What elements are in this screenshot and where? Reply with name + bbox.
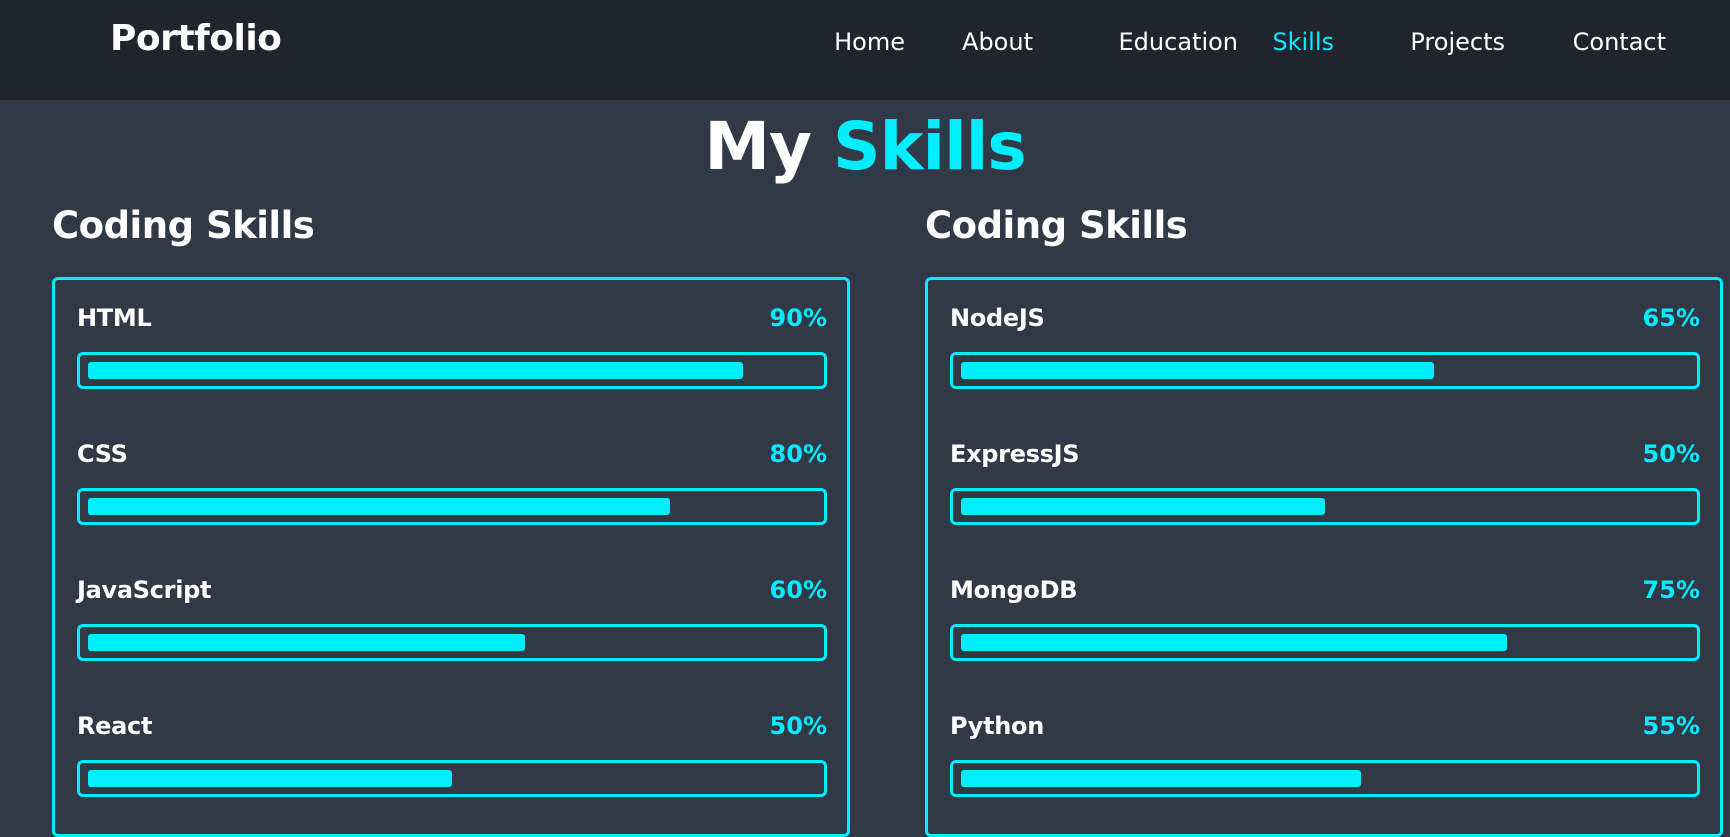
progress-bar bbox=[950, 352, 1700, 389]
skill-row-nodejs: NodeJS 65% bbox=[950, 304, 1700, 404]
skill-row-css: CSS 80% bbox=[77, 440, 827, 540]
skill-row-react: React 50% bbox=[77, 712, 827, 812]
skill-name: Python bbox=[950, 712, 1045, 740]
skill-name: React bbox=[77, 712, 153, 740]
progress-fill bbox=[961, 770, 1362, 787]
nav-link-skills[interactable]: Skills bbox=[1272, 28, 1334, 56]
progress-fill bbox=[961, 498, 1325, 515]
skill-percent: 50% bbox=[769, 712, 827, 740]
skills-box: NodeJS 65% ExpressJS 50% MongoDB 75% Pyt… bbox=[925, 277, 1723, 837]
page-title-plain: My bbox=[704, 108, 812, 185]
skill-name: MongoDB bbox=[950, 576, 1078, 604]
skill-name: CSS bbox=[77, 440, 128, 468]
skill-name: HTML bbox=[77, 304, 152, 332]
skill-row-python: Python 55% bbox=[950, 712, 1700, 812]
progress-fill bbox=[961, 362, 1435, 379]
page-title: My Skills bbox=[0, 104, 1730, 190]
skill-row-html: HTML 90% bbox=[77, 304, 827, 404]
skill-name: JavaScript bbox=[77, 576, 212, 604]
nav-link-home[interactable]: Home bbox=[834, 28, 905, 56]
nav-link-about[interactable]: About bbox=[962, 28, 1033, 56]
progress-fill bbox=[88, 634, 525, 651]
skill-percent: 55% bbox=[1642, 712, 1700, 740]
progress-fill bbox=[88, 362, 744, 379]
logo-link[interactable]: Portfolio bbox=[110, 18, 282, 59]
progress-bar bbox=[77, 760, 827, 797]
skill-name: ExpressJS bbox=[950, 440, 1080, 468]
skill-percent: 90% bbox=[769, 304, 827, 332]
skill-row-javascript: JavaScript 60% bbox=[77, 576, 827, 676]
progress-fill bbox=[961, 634, 1507, 651]
skills-column-right: Coding Skills NodeJS 65% ExpressJS 50% M… bbox=[925, 200, 1723, 837]
progress-fill bbox=[88, 498, 671, 515]
skills-box: HTML 90% CSS 80% JavaScript 60% React 50… bbox=[52, 277, 850, 837]
skill-percent: 65% bbox=[1642, 304, 1700, 332]
skill-row-mongodb: MongoDB 75% bbox=[950, 576, 1700, 676]
progress-fill bbox=[88, 770, 452, 787]
skill-percent: 50% bbox=[1642, 440, 1700, 468]
progress-bar bbox=[950, 624, 1700, 661]
site-header: Portfolio Home About Education Skills Pr… bbox=[0, 0, 1730, 100]
skill-name: NodeJS bbox=[950, 304, 1045, 332]
skill-row-expressjs: ExpressJS 50% bbox=[950, 440, 1700, 540]
skill-percent: 60% bbox=[769, 576, 827, 604]
skill-percent: 80% bbox=[769, 440, 827, 468]
page-title-accent: Skills bbox=[833, 108, 1027, 185]
column-title: Coding Skills bbox=[52, 204, 315, 247]
column-title: Coding Skills bbox=[925, 204, 1188, 247]
progress-bar bbox=[950, 488, 1700, 525]
progress-bar bbox=[77, 624, 827, 661]
nav-link-projects[interactable]: Projects bbox=[1410, 28, 1505, 56]
progress-bar bbox=[77, 488, 827, 525]
skill-percent: 75% bbox=[1642, 576, 1700, 604]
progress-bar bbox=[950, 760, 1700, 797]
progress-bar bbox=[77, 352, 827, 389]
nav-link-contact[interactable]: Contact bbox=[1573, 28, 1666, 56]
skills-column-left: Coding Skills HTML 90% CSS 80% JavaScrip… bbox=[52, 200, 850, 837]
nav-link-education[interactable]: Education bbox=[1119, 28, 1238, 56]
